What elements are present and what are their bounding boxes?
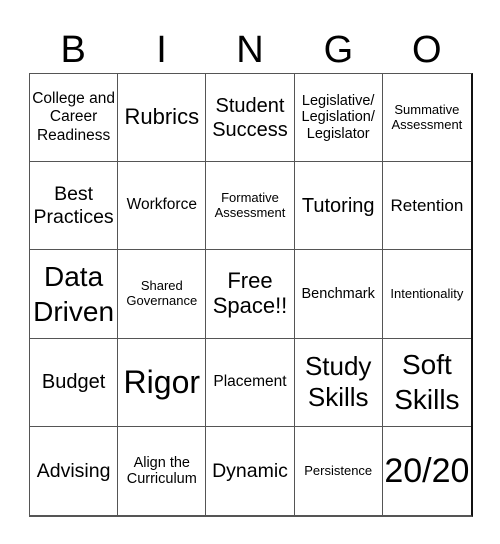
bingo-cell[interactable]: Dynamic	[206, 426, 295, 515]
header-letter-b: B	[60, 29, 86, 71]
bingo-cell[interactable]: Budget	[30, 338, 119, 427]
bingo-cell[interactable]: Best Practices	[30, 162, 119, 251]
header-letter-g: G	[323, 29, 354, 71]
bingo-cell[interactable]: Student Success	[206, 74, 295, 163]
free-space-cell[interactable]: Free Space!!	[206, 250, 295, 339]
bingo-cell[interactable]: Intentionality	[382, 250, 471, 339]
bingo-cell[interactable]: Summative Assessment	[382, 74, 471, 163]
bingo-cell[interactable]: Study Skills	[294, 338, 383, 427]
bingo-cell[interactable]: Workforce	[118, 162, 207, 251]
bingo-cell[interactable]: Soft Skills	[382, 339, 471, 427]
bingo-board: College and Career Readiness Rubrics Stu…	[29, 73, 473, 517]
bingo-cell[interactable]: Rubrics	[118, 74, 207, 163]
bingo-cell[interactable]: Formative Assessment	[206, 162, 295, 251]
bingo-cell[interactable]: Legislative/ Legislation/ Legislator	[294, 74, 383, 163]
bingo-cell[interactable]: Placement	[206, 338, 295, 427]
header-letter-i: I	[156, 29, 167, 71]
bingo-cell[interactable]: Tutoring	[294, 162, 383, 251]
header-letter-o: O	[411, 29, 442, 71]
bingo-cell[interactable]: College and Career Readiness	[30, 74, 119, 163]
bingo-cell[interactable]: Retention	[382, 162, 471, 251]
bingo-cell[interactable]: Advising	[30, 426, 119, 515]
bingo-cell[interactable]: Data Driven	[30, 250, 119, 339]
bingo-cell[interactable]: Benchmark	[294, 250, 383, 339]
bingo-cell[interactable]: 20/20	[383, 427, 471, 515]
bingo-cell[interactable]: Rigor	[118, 338, 207, 427]
bingo-cell[interactable]: Shared Governance	[118, 250, 207, 339]
bingo-header: B I N G O	[29, 28, 471, 72]
header-letter-n: N	[236, 29, 264, 71]
bingo-cell[interactable]: Persistence	[295, 426, 383, 515]
bingo-cell[interactable]: Align the Curriculum	[118, 426, 207, 515]
